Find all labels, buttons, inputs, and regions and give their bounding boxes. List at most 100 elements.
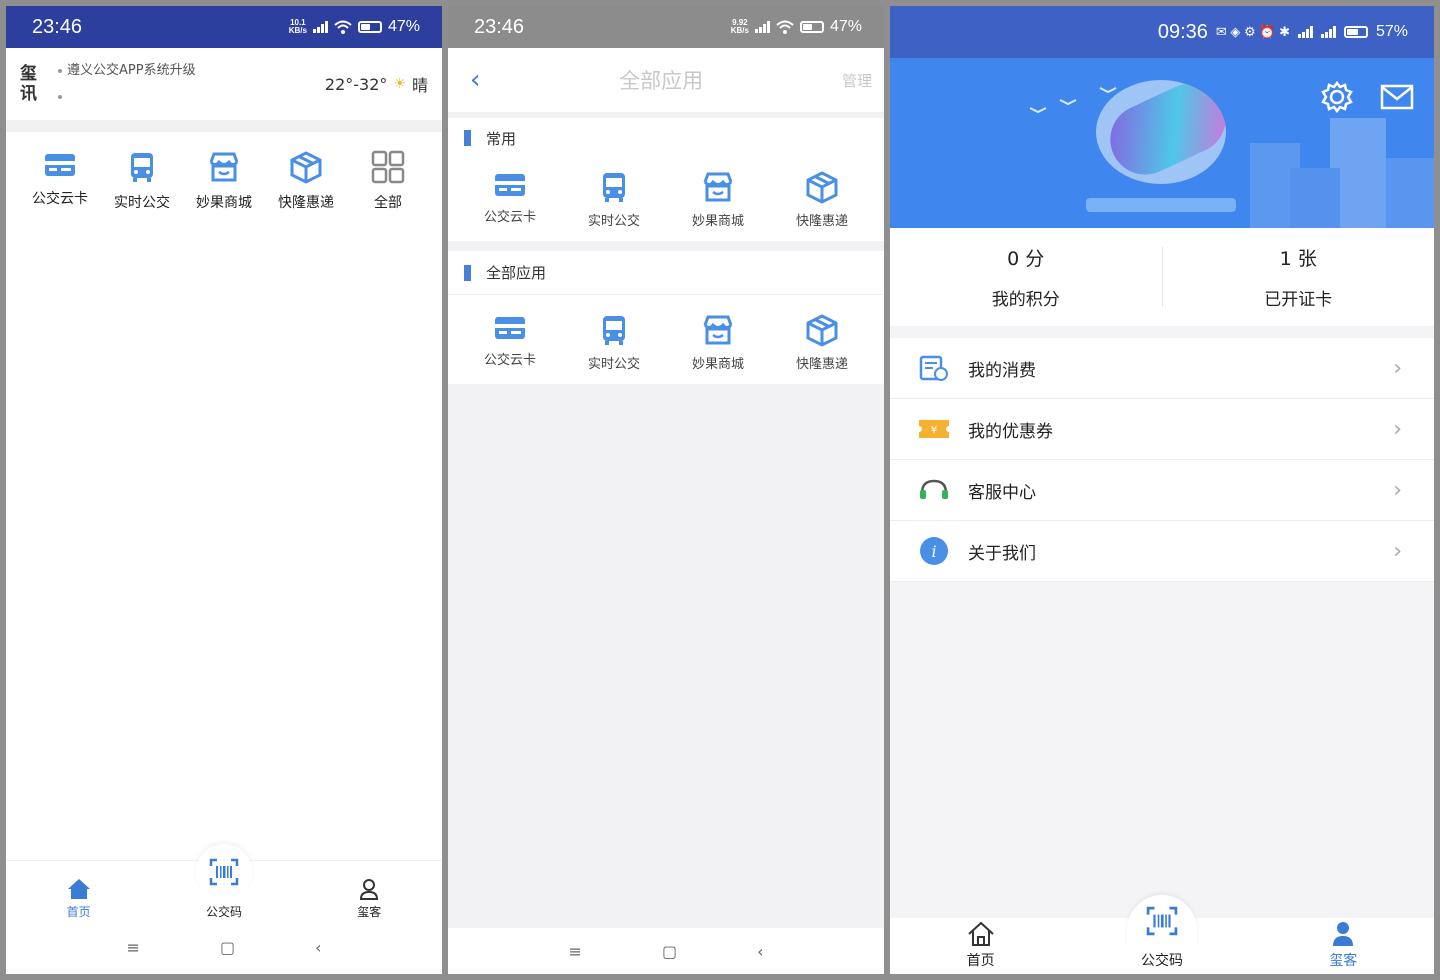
status-bar: 23:46 9.92 KB/s 47%	[448, 6, 884, 48]
menu-nav-button[interactable]: ≡	[569, 942, 582, 961]
section-header: 常用	[448, 118, 884, 158]
wifi-icon	[776, 20, 794, 34]
package-icon	[806, 314, 838, 347]
app-bus-card[interactable]: 公交云卡	[470, 170, 550, 229]
status-bar: 23:46 10.1 KB/s 47%	[6, 6, 442, 48]
back-nav-button[interactable]: ‹	[315, 938, 321, 957]
app-express[interactable]: 快隆惠递	[782, 170, 862, 229]
menu-my-consumption[interactable]: 我的消费 ›	[890, 338, 1434, 399]
app-realtime-bus[interactable]: 实时公交	[574, 313, 654, 372]
battery-level: 47%	[387, 18, 420, 35]
net-speed: 10.1 KB/s	[288, 18, 307, 35]
svg-text:¥: ¥	[931, 425, 937, 436]
bus-icon	[603, 316, 625, 345]
menu-about-us[interactable]: i 关于我们 ›	[890, 521, 1434, 582]
battery-icon	[799, 21, 824, 33]
status-time: 09:36	[1157, 20, 1208, 43]
news-item[interactable]: 遵义公交APP系统升级	[58, 58, 325, 84]
menu-my-coupons[interactable]: ¥ 我的优惠券 ›	[890, 399, 1434, 460]
title-bar: ‹ 全部应用 管理	[448, 48, 884, 112]
app-grid: 公交云卡 实时公交 妙果商城 快隆惠递	[448, 295, 884, 384]
back-button[interactable]: ‹	[470, 65, 480, 95]
settings-icon[interactable]	[1320, 80, 1354, 114]
status-icons: 09:36 ✉ ◈ ⚙ ⏰ ✱ 57%	[1158, 21, 1408, 44]
section-header: 全部应用	[448, 251, 884, 295]
manage-button[interactable]: 管理	[842, 70, 872, 91]
signal-icon	[312, 21, 328, 33]
app-realtime-bus[interactable]: 实时公交	[102, 150, 182, 212]
wifi-icon	[334, 20, 352, 34]
status-icons: 9.92 KB/s 47%	[731, 18, 862, 36]
weather-condition: 晴	[411, 76, 428, 95]
app-realtime-bus[interactable]: 实时公交	[574, 170, 654, 229]
barcode-bubble	[1126, 895, 1197, 947]
store-icon	[209, 152, 239, 182]
home-icon	[967, 921, 994, 946]
all-apps-section: 全部应用 公交云卡 实时公交 妙果商城 快隆惠递	[448, 251, 884, 384]
tab-bus-code[interactable]: 公交码	[184, 844, 264, 920]
tab-bar: 首页 公交码 玺客	[890, 895, 1434, 974]
back-nav-button[interactable]: ‹	[757, 942, 763, 961]
system-navbar: ≡ ▢ ‹	[6, 920, 442, 974]
battery-level: 57%	[1375, 23, 1408, 40]
news-bar[interactable]: 玺讯 遵义公交APP系统升级 22°-32° ☀ 晴	[6, 48, 442, 120]
app-grid: 公交云卡 实时公交 妙果商城 快隆惠递	[448, 158, 884, 241]
cards-stat[interactable]: 1 张 已开证卡	[1163, 244, 1435, 310]
info-icon: i	[918, 535, 950, 567]
menu-nav-button[interactable]: ≡	[127, 938, 140, 957]
package-icon	[806, 171, 838, 204]
tab-home[interactable]: 首页	[39, 878, 119, 920]
chevron-right-icon: ›	[1393, 477, 1402, 503]
bus-icon	[131, 153, 153, 182]
weather: 22°-32° ☀ 晴	[325, 72, 428, 96]
points-stat[interactable]: 0 分 我的积分	[890, 244, 1162, 310]
mail-icon[interactable]	[1380, 84, 1414, 110]
home-nav-button[interactable]: ▢	[662, 942, 677, 961]
signal-icon	[1297, 26, 1313, 38]
app-all[interactable]: 全部	[348, 150, 428, 212]
news-item[interactable]	[58, 84, 325, 110]
barcode-icon	[209, 858, 239, 886]
chevron-right-icon: ›	[1393, 538, 1402, 564]
bus-card-icon	[495, 317, 525, 339]
app-bus-card[interactable]: 公交云卡	[470, 313, 550, 372]
battery-icon	[1343, 26, 1368, 38]
grid-icon	[371, 150, 405, 184]
app-mall[interactable]: 妙果商城	[678, 313, 758, 372]
news-logo: 玺讯	[20, 64, 37, 104]
receipt-icon	[918, 352, 950, 384]
chevron-right-icon: ›	[1393, 355, 1402, 381]
app-express[interactable]: 快隆惠递	[782, 313, 862, 372]
tab-me[interactable]: 玺客	[329, 878, 409, 920]
tab-me[interactable]: 玺客	[1303, 921, 1383, 970]
home-nav-button[interactable]: ▢	[220, 938, 235, 957]
headset-icon	[918, 474, 950, 506]
profile-header	[890, 58, 1434, 228]
avatar[interactable]	[1096, 80, 1226, 184]
app-mall[interactable]: 妙果商城	[184, 150, 264, 212]
battery-level: 47%	[829, 18, 862, 35]
tab-bus-code[interactable]: 公交码	[1122, 895, 1202, 970]
bus-card-icon	[45, 154, 75, 176]
status-time: 23:46	[474, 15, 525, 38]
profile-menu: 我的消费 › ¥ 我的优惠券 › 客服中心 › i 关于我们 ›	[890, 338, 1434, 582]
system-navbar: ≡ ▢ ‹	[448, 928, 884, 974]
notification-icons: ✉ ◈ ⚙ ⏰ ✱	[1215, 24, 1290, 39]
bus-card-icon	[495, 174, 525, 196]
chevron-right-icon: ›	[1393, 416, 1402, 442]
app-bus-card[interactable]: 公交云卡	[20, 150, 100, 212]
weather-temp: 22°-32°	[324, 74, 388, 94]
app-express[interactable]: 快隆惠递	[266, 150, 346, 212]
menu-customer-service[interactable]: 客服中心 ›	[890, 460, 1434, 521]
stats-panel: 0 分 我的积分 1 张 已开证卡	[890, 228, 1434, 326]
home-icon	[67, 879, 90, 899]
common-section: 常用 公交云卡 实时公交 妙果商城 快隆惠递	[448, 118, 884, 241]
tab-home[interactable]: 首页	[941, 921, 1021, 970]
user-icon	[360, 879, 379, 900]
battery-icon	[357, 21, 382, 33]
home-screen: 23:46 10.1 KB/s 47% 玺讯 遵义公交APP系统升级 22°-32…	[6, 6, 442, 974]
signal-icon-2	[1320, 26, 1336, 38]
app-mall[interactable]: 妙果商城	[678, 170, 758, 229]
store-icon	[703, 315, 733, 345]
page-title: 全部应用	[619, 69, 704, 93]
